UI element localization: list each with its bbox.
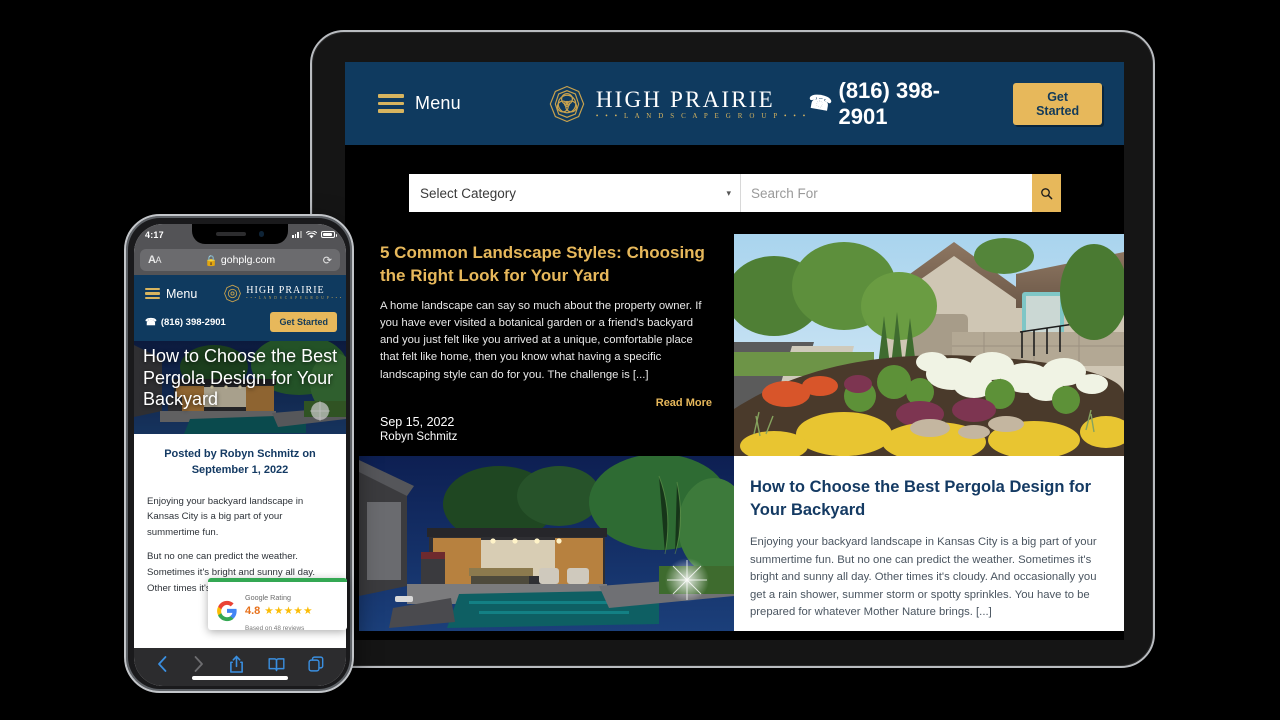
battery-icon <box>321 230 337 239</box>
article-2-title: How to Choose the Best Pergola Design fo… <box>750 478 1092 520</box>
book-icon[interactable] <box>268 657 285 672</box>
search-input[interactable]: Search For <box>741 174 1032 212</box>
phone-phone-number: (816) 398-2901 <box>160 316 226 328</box>
search-input-placeholder: Search For <box>751 185 818 201</box>
search-submit-button[interactable] <box>1032 174 1061 212</box>
google-rating-review-count: Based on 48 reviews <box>245 625 305 630</box>
modern-pergola-pool-at-dusk-photo <box>359 456 734 631</box>
search-icon <box>1041 187 1053 199</box>
article-2-image[interactable] <box>359 456 734 631</box>
article-card-1-text[interactable]: 5 Common Landscape Styles: Choosing the … <box>359 234 734 456</box>
phone-icon: ☎ <box>806 91 834 116</box>
tablet-screen: Menu HIGH PRAIRIE • • • L A N D S C A P … <box>345 62 1124 640</box>
google-rating-label: Google Rating <box>245 593 291 602</box>
share-icon[interactable] <box>229 655 244 674</box>
chevron-right-icon <box>194 656 204 672</box>
front-yard-landscaped-garden-beds-house-photo <box>734 234 1124 456</box>
tablet-logo[interactable]: HIGH PRAIRIE • • • L A N D S C A P E G R… <box>547 84 808 124</box>
phone-menu-label: Menu <box>166 286 198 301</box>
chevron-down-icon: ▾ <box>726 187 731 198</box>
google-rating-score: 4.8 <box>245 605 261 617</box>
article-1-author: Robyn Schmitz <box>380 431 458 444</box>
logo-tagline: • • • L A N D S C A P E G R O U P • • • <box>246 296 343 301</box>
article-1-title: 5 Common Landscape Styles: Choosing the … <box>380 243 705 285</box>
hamburger-icon <box>145 287 160 300</box>
article-1-meta: Sep 15, 2022 Robyn Schmitz <box>380 414 457 446</box>
wifi-icon <box>306 230 317 238</box>
category-select[interactable]: Select Category ▾ <box>409 174 741 212</box>
tablet-device-mockup: Menu HIGH PRAIRIE • • • L A N D S C A P … <box>310 30 1155 668</box>
tablet-menu-label: Menu <box>415 93 461 113</box>
article-1-date: Sep 15, 2022 <box>380 414 455 429</box>
article-1-image[interactable] <box>734 234 1124 456</box>
phone-hero-title: How to Choose the Best Pergola Design fo… <box>143 346 338 410</box>
article-1-read-more-link[interactable]: Read More <box>380 397 712 409</box>
article-grid: 5 Common Landscape Styles: Choosing the … <box>345 234 1124 640</box>
phone-post-paragraph-1: Enjoying your backyard landscape in Kans… <box>147 495 304 538</box>
tablet-menu-button[interactable]: Menu <box>378 93 461 114</box>
star-rating-icon: ★★★★★ <box>264 605 313 618</box>
category-select-value: Select Category <box>420 185 517 201</box>
tablet-phone-number: (816) 398-2901 <box>838 77 941 129</box>
url-text: gohplg.com <box>220 254 276 266</box>
get-started-button[interactable]: Get Started <box>270 312 337 332</box>
screenshot-stage: Menu HIGH PRAIRIE • • • L A N D S C A P … <box>0 0 1280 720</box>
tablet-search-bar: Select Category ▾ Search For <box>409 174 1061 212</box>
google-rating-widget[interactable]: Google Rating 4.8 ★★★★★ Based on 48 revi… <box>208 578 347 630</box>
status-time: 4:17 <box>145 229 164 240</box>
logo-tagline: • • • L A N D S C A P E G R O U P • • • <box>595 111 808 120</box>
phone-post-byline: Posted by Robyn Schmitz on September 1, … <box>164 448 316 476</box>
phone-logo[interactable]: HIGH PRAIRIE • • • L A N D S C A P E G R… <box>223 284 342 303</box>
home-indicator <box>192 676 288 680</box>
phone-icon: ☎ <box>145 316 157 328</box>
phone-hero[interactable]: How to Choose the Best Pergola Design fo… <box>134 341 346 434</box>
google-g-icon <box>216 600 238 622</box>
tablet-site-header: Menu HIGH PRAIRIE • • • L A N D S C A P … <box>345 62 1124 145</box>
lock-icon: 🔒 <box>204 254 218 267</box>
tabs-icon[interactable] <box>308 656 324 672</box>
url-display[interactable]: 🔒 gohplg.com <box>140 254 340 267</box>
phone-menu-button[interactable]: Menu <box>145 287 197 301</box>
article-card-2-text[interactable]: How to Choose the Best Pergola Design fo… <box>734 456 1124 631</box>
browser-url-bar[interactable]: AA 🔒 gohplg.com ⟳ <box>134 245 346 275</box>
phone-site-header: Menu HIGH PRAIRIE • • • L A N D S C A P … <box>134 275 346 341</box>
logo-brand-name: HIGH PRAIRIE <box>246 284 325 296</box>
phone-phone-link[interactable]: ☎ (816) 398-2901 <box>145 317 226 328</box>
mandala-knot-icon <box>223 284 242 303</box>
hamburger-icon <box>378 94 404 113</box>
phone-notch <box>192 224 288 244</box>
chevron-left-icon[interactable] <box>156 655 169 673</box>
front-camera-icon <box>258 231 264 237</box>
cellular-bars-icon <box>291 231 302 238</box>
mandala-knot-icon <box>547 84 587 124</box>
browser-toolbar <box>134 648 346 686</box>
article-1-excerpt: A home landscape can say so much about t… <box>380 299 702 381</box>
tablet-phone-link[interactable]: ☎ (816) 398-2901 <box>806 77 987 130</box>
get-started-button[interactable]: Get Started <box>1013 82 1102 125</box>
earpiece-speaker-icon <box>216 232 246 236</box>
logo-brand-name: HIGH PRAIRIE <box>595 86 775 112</box>
article-2-excerpt: Enjoying your backyard landscape in Kans… <box>750 536 1097 619</box>
